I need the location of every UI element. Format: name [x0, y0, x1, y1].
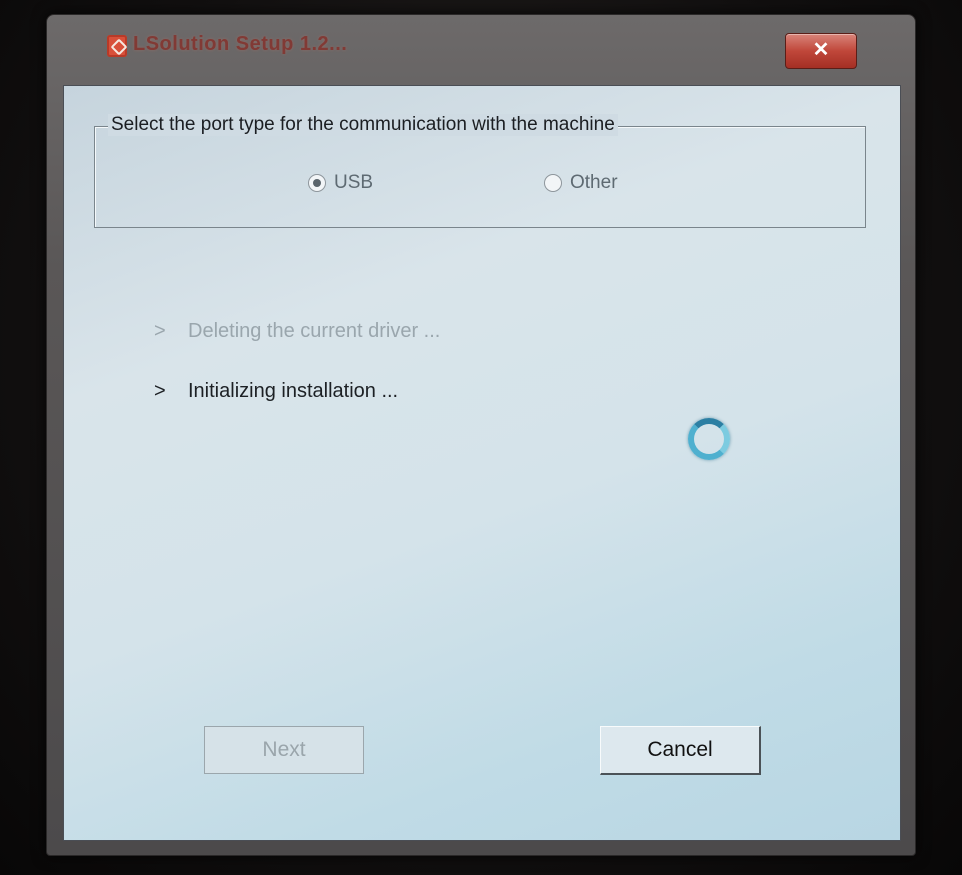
usb-radio-label: USB — [334, 172, 374, 193]
step-label: Deleting the current driver ... — [188, 320, 441, 342]
cancel-button[interactable]: Cancel — [600, 726, 761, 775]
step-deleting-driver: > Deleting the current driver ... — [154, 320, 440, 343]
close-button[interactable]: ✕ — [785, 33, 857, 69]
other-radio-label: Other — [570, 172, 618, 193]
spinner-icon — [688, 418, 730, 460]
radio-checked-icon[interactable] — [308, 174, 326, 192]
other-radio[interactable]: Other — [544, 172, 618, 194]
chevron-right-icon: > — [154, 320, 166, 342]
radio-unchecked-icon[interactable] — [544, 174, 562, 192]
app-icon — [107, 35, 127, 57]
step-label: Initializing installation ... — [188, 380, 399, 402]
window-title: LSolution Setup 1.2... — [133, 33, 348, 55]
next-button[interactable]: Next — [204, 726, 364, 774]
title-bar[interactable]: LSolution Setup 1.2... ✕ — [47, 15, 915, 79]
dialog-body: Select the port type for the communicati… — [63, 85, 901, 841]
setup-dialog: LSolution Setup 1.2... ✕ Select the port… — [46, 14, 916, 856]
step-initializing: > Initializing installation ... — [154, 380, 398, 403]
chevron-right-icon: > — [154, 380, 166, 402]
port-type-legend: Select the port type for the communicati… — [108, 114, 618, 136]
usb-radio[interactable]: USB — [308, 172, 373, 194]
port-type-groupbox — [94, 126, 866, 228]
